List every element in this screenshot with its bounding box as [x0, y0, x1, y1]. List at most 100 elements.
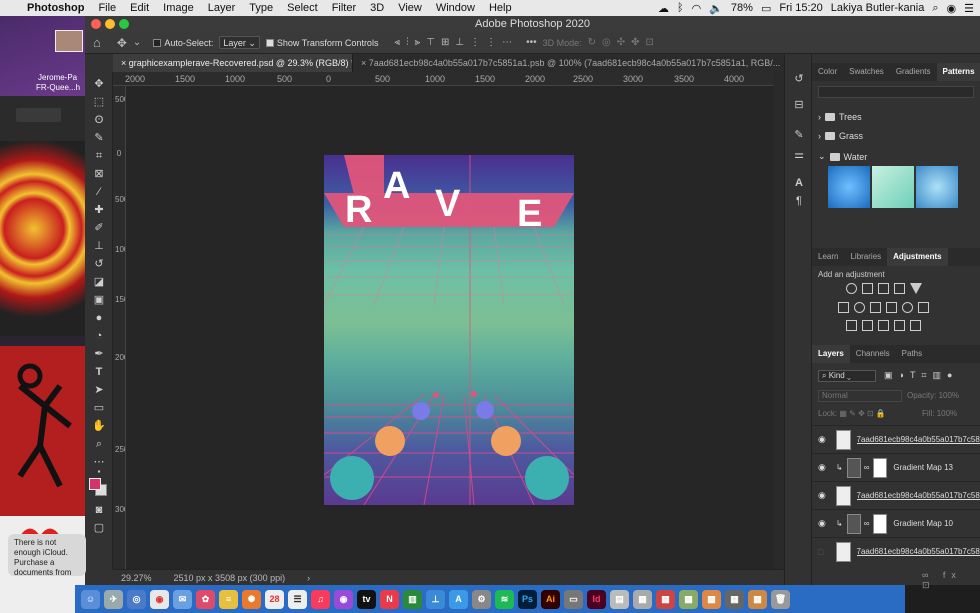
patterns-search-input[interactable] [818, 86, 974, 98]
hand-tool-icon[interactable]: ✋ [91, 418, 107, 434]
quick-mask-icon[interactable]: ◙ [91, 502, 107, 518]
3d-pan-icon[interactable]: ✣ [617, 37, 625, 48]
illustrator-icon[interactable]: Ai [541, 589, 560, 609]
3d-slide-icon[interactable]: ✤ [631, 37, 639, 48]
minimized-window-icon[interactable]: ▦ [702, 589, 721, 609]
3d-roll-icon[interactable]: ◎ [602, 37, 611, 48]
levels-icon[interactable] [862, 283, 873, 294]
properties-panel-icon[interactable]: ⊟ [792, 98, 806, 112]
safari-icon[interactable]: ◎ [127, 589, 146, 609]
visibility-eye-icon[interactable]: ◉ [818, 434, 830, 445]
calendar-icon[interactable]: 28 [265, 589, 284, 609]
layer-filter-dropdown[interactable]: ⌕ Kind ⌄ [818, 370, 876, 382]
layer-row[interactable]: ◉ 7aad681ecb98c4a0b55a017b7c5851a1 [812, 425, 980, 453]
zoom-window-icon[interactable] [119, 19, 129, 29]
desktop-image-art-2[interactable] [0, 346, 85, 516]
layer-row[interactable]: □ 7aad681ecb98c4a0b55a017b7c5851a1 [812, 537, 980, 565]
opacity-value[interactable]: 100% [939, 391, 959, 400]
tab-graphicexamplerave[interactable]: × graphicexamplerave-Recovered.psd @ 29.… [113, 54, 353, 72]
clock[interactable]: Fri 15:20 [779, 2, 822, 14]
preview-thumb-icon[interactable]: ▤ [610, 589, 629, 609]
eyedropper-tool-icon[interactable]: ⁄ [91, 184, 107, 200]
notification-center-icon[interactable]: ☰ [964, 2, 974, 15]
layer-filter-icons[interactable]: ▣◑T⌗▥● [884, 370, 958, 381]
align-bottom-icon[interactable]: ⊥ [455, 37, 464, 48]
numbers-icon[interactable]: ▥ [403, 589, 422, 609]
tab-channels[interactable]: Channels [850, 345, 896, 363]
app-icon[interactable]: ✿ [196, 589, 215, 609]
auto-select-checkbox[interactable] [153, 39, 162, 48]
close-window-icon[interactable] [91, 19, 101, 29]
healing-brush-tool-icon[interactable]: ✚ [91, 202, 107, 218]
layer-row[interactable]: ◉ 7aad681ecb98c4a0b55a017b7c5851a1 [812, 481, 980, 509]
launchpad-icon[interactable]: ✈ [104, 589, 123, 609]
clone-stamp-tool-icon[interactable]: ⊥ [91, 238, 107, 254]
photo-filter-icon[interactable] [886, 302, 897, 313]
photos-icon[interactable]: ✺ [242, 589, 261, 609]
align-left-icon[interactable]: ⫷ [394, 37, 400, 48]
tab-close-icon[interactable]: × [361, 58, 366, 68]
zoom-level[interactable]: 29.27% [121, 573, 152, 583]
wifi-icon[interactable]: ◠ [692, 2, 702, 15]
move-tool-icon[interactable]: ✥ [117, 36, 127, 50]
minimize-window-icon[interactable] [105, 19, 115, 29]
tab-color[interactable]: Color [812, 63, 843, 81]
bluetooth-icon[interactable]: ᛒ [677, 2, 684, 14]
menu-filter[interactable]: Filter [325, 2, 363, 14]
spotify-icon[interactable]: ≋ [495, 589, 514, 609]
layers-footer-icons[interactable]: ∞ fx ⊡ [922, 570, 980, 591]
minimized-window-icon[interactable]: ▦ [725, 589, 744, 609]
reminders-icon[interactable]: ☰ [288, 589, 307, 609]
chevron-down-icon[interactable]: ⌄ [133, 37, 141, 48]
layer-row[interactable]: ◉ ↳ ∞ Gradient Map 13 [812, 453, 980, 481]
minimized-window-icon[interactable]: ▦ [748, 589, 767, 609]
rave-poster-artwork[interactable]: R A V E [324, 155, 574, 505]
desktop-file-thumbnail[interactable]: Jerome-Pa FR-Quee...h [0, 16, 85, 96]
move-tool-icon[interactable]: ✥ [91, 76, 107, 92]
app-store-icon[interactable]: A [449, 589, 468, 609]
quick-select-tool-icon[interactable]: ✎ [91, 130, 107, 146]
menu-help[interactable]: Help [482, 2, 519, 14]
battery-icon[interactable]: ▭ [761, 2, 771, 15]
distribute-vertical-icon[interactable]: ⋮ [486, 37, 496, 48]
menu-3d[interactable]: 3D [363, 2, 391, 14]
foreground-color-swatch[interactable] [89, 478, 101, 490]
selective-color-icon[interactable] [910, 320, 921, 331]
auto-select-dropdown[interactable]: Layer ⌄ [219, 36, 260, 49]
fill-value[interactable]: 100% [937, 409, 957, 418]
folder-grass[interactable]: › Grass [818, 131, 863, 141]
tab-layers[interactable]: Layers [812, 345, 850, 363]
minimized-window-icon[interactable]: ▦ [633, 589, 652, 609]
gradient-tool-icon[interactable]: ▣ [91, 292, 107, 308]
hue-saturation-icon[interactable] [838, 302, 849, 313]
menu-file[interactable]: File [91, 2, 123, 14]
tab-smart-object[interactable]: × 7aad681ecb98c4a0b55a017b7c5851a1.psb @… [353, 54, 808, 72]
pattern-swatch[interactable] [916, 166, 958, 208]
trash-icon[interactable]: 🗑 [771, 589, 790, 609]
menu-view[interactable]: View [391, 2, 429, 14]
lock-icons[interactable]: ▦ ✎ ✥ ⊡ 🔒 [839, 409, 886, 418]
ruler-horizontal[interactable]: 2000 1500 1000 500 0 500 1000 1500 2000 … [113, 72, 773, 86]
history-panel-icon[interactable]: ↺ [792, 72, 806, 86]
blend-mode-dropdown[interactable]: Normal [818, 390, 902, 402]
mail-icon[interactable]: ✉ [173, 589, 192, 609]
gradient-map-icon[interactable] [894, 320, 905, 331]
curves-icon[interactable] [878, 283, 889, 294]
layer-row[interactable]: ◉ ↳ ∞ Gradient Map 10 [812, 509, 980, 537]
3d-orbit-icon[interactable]: ↻ [588, 37, 596, 48]
screen-mode-icon[interactable]: ▢ [91, 520, 107, 536]
folder-water[interactable]: ⌄ Water [818, 151, 867, 162]
siri-icon[interactable]: ◉ [947, 2, 957, 15]
visibility-eye-icon[interactable]: ◉ [818, 462, 832, 473]
tab-adjustments[interactable]: Adjustments [887, 248, 948, 266]
podcasts-icon[interactable]: ◉ [334, 589, 353, 609]
visibility-eye-icon[interactable]: □ [818, 547, 830, 557]
keynote-icon[interactable]: ⊥ [426, 589, 445, 609]
finder-icon[interactable]: ☺ [81, 589, 100, 609]
vibrance-icon[interactable] [910, 283, 922, 294]
align-middle-icon[interactable]: ⊞ [441, 37, 449, 48]
dodge-tool-icon[interactable]: ◔ [91, 328, 107, 344]
folder-trees[interactable]: › Trees [818, 112, 862, 122]
app-menu[interactable]: Photoshop [20, 2, 91, 14]
indesign-icon[interactable]: Id [587, 589, 606, 609]
